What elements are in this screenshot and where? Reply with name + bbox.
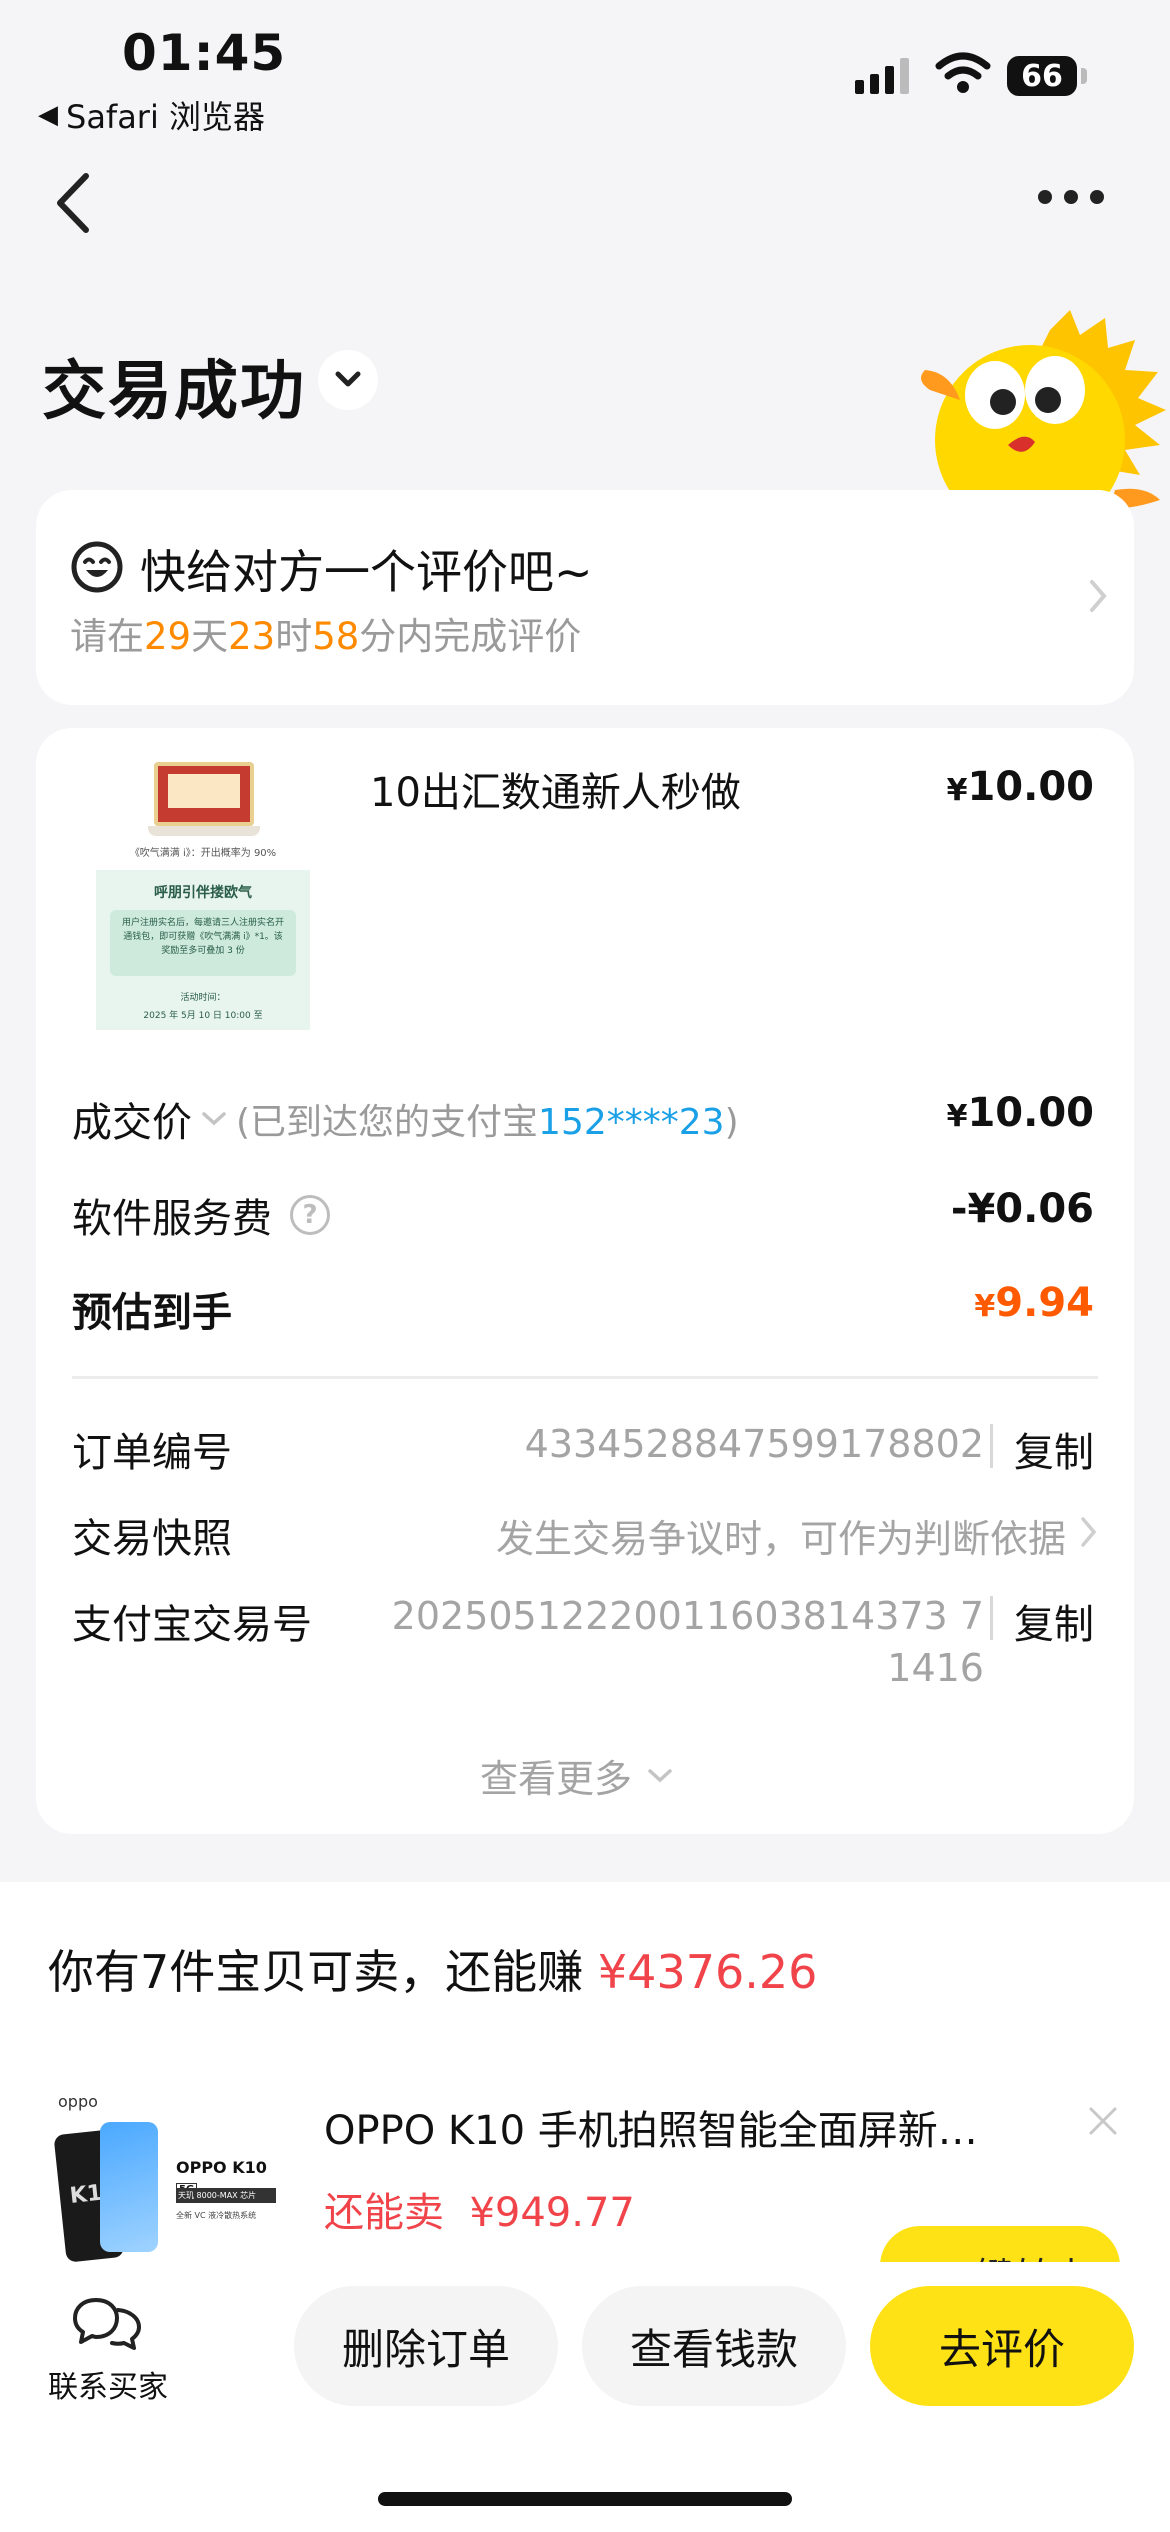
alipay-account: 152****23: [538, 1102, 725, 1143]
chevron-down-icon: [648, 1768, 672, 1782]
snapshot-label: 交易快照: [72, 1516, 232, 1562]
view-money-button[interactable]: 查看钱款: [582, 2286, 846, 2406]
thumb-card-time: 2025 年 5月 10 日 10:00 至: [143, 1011, 263, 1021]
resell-amount: ¥4376.26: [597, 1945, 818, 1999]
copy-order-no-button[interactable]: 复制: [1014, 1420, 1094, 1478]
back-arrow-icon[interactable]: [50, 168, 100, 238]
thumb-frame: [154, 762, 254, 826]
battery-tip: [1081, 68, 1087, 84]
help-icon[interactable]: ?: [290, 1195, 330, 1235]
alipay-no-label: 支付宝交易号: [72, 1602, 312, 1648]
back-triangle-icon: ◀: [38, 100, 58, 130]
brand-logo: oppo: [58, 2092, 98, 2111]
page-title: 交易成功: [42, 355, 306, 429]
review-deadline: 请在29天23时58分内完成评价: [70, 615, 582, 658]
review-title: 快给对方一个评价吧~: [140, 545, 593, 599]
recommend-product-title[interactable]: OPPO K10 手机拍照智能全面屏新…: [324, 2098, 1024, 2156]
status-time: 01:45: [122, 24, 287, 82]
countdown-minutes: 58: [312, 615, 360, 658]
thumb-card-text: 用户注册实名后，每邀请三人注册实名开通钱包，即可获赠《吹气满满 i》*1。该奖励…: [110, 910, 296, 976]
delete-order-button[interactable]: 删除订单: [294, 2286, 558, 2406]
copy-alipay-no-button[interactable]: 复制: [1014, 1592, 1094, 1650]
countdown-days: 29: [144, 615, 192, 658]
service-fee-value: -¥0.06: [950, 1186, 1094, 1232]
title-expand-button[interactable]: [318, 350, 378, 410]
close-icon[interactable]: [1086, 2104, 1120, 2138]
see-more-label: 查看更多: [480, 1757, 633, 1801]
alipay-no-line1: 20250512220011603814373 7: [391, 1594, 984, 1638]
snapshot-link[interactable]: 发生交易争议时，可作为判断依据: [496, 1508, 1066, 1563]
back-to-app[interactable]: ◀ Safari 浏览器: [38, 92, 265, 138]
copy-separator: [990, 1424, 993, 1468]
cellular-signal-icon: [855, 58, 909, 94]
deal-price-label: 成交价: [72, 1100, 192, 1146]
chat-bubble-icon: [73, 2298, 141, 2350]
resell-summary: 你有7件宝贝可卖，还能赚 ¥4376.26: [48, 1945, 818, 1999]
chevron-right-icon: [1090, 580, 1107, 612]
recommend-price: 还能卖 ¥949.77: [324, 2190, 635, 2236]
wifi-icon: [935, 52, 991, 93]
back-app-label: Safari 浏览器: [66, 98, 266, 136]
deal-price-value: ¥10.00: [946, 1090, 1094, 1136]
estimated-value: ¥9.94: [974, 1280, 1094, 1326]
deal-price-row[interactable]: 成交价 (已到达您的支付宝152****23): [72, 1090, 739, 1148]
product-name[interactable]: 10出汇数通新人秒做: [370, 760, 741, 818]
contact-buyer-label: 联系买家: [48, 2370, 168, 2405]
more-options-icon[interactable]: [1038, 190, 1104, 204]
recommend-product-image[interactable]: oppo K10 OPPO K10 5G 天玑 8000-MAX 芯片 全新 V…: [52, 2092, 282, 2282]
home-indicator: [378, 2492, 792, 2506]
chevron-right-icon: [1081, 1517, 1097, 1547]
see-more-button[interactable]: 查看更多: [480, 1748, 674, 1803]
contact-buyer-button[interactable]: 联系买家: [46, 2296, 170, 2406]
alipay-no-line2: 1416: [887, 1646, 984, 1690]
chevron-down-icon: [335, 371, 361, 387]
copy-separator: [990, 1596, 993, 1640]
product-thumbnail[interactable]: 《吹气满满 i》：开出概率为 90% 呼朋引伴搂欧气 用户注册实名后，每邀请三人…: [96, 760, 310, 1030]
deal-price-note: (已到达您的支付宝152****23): [236, 1102, 739, 1143]
smile-face-icon: [71, 541, 123, 593]
thumb-caption: 《吹气满满 i》：开出概率为 90%: [129, 848, 277, 859]
battery-icon: 66: [1007, 56, 1077, 96]
service-fee-row: 软件服务费 ?: [72, 1186, 330, 1244]
write-review-button[interactable]: 去评价: [870, 2286, 1134, 2406]
product-price: ¥10.00: [946, 764, 1094, 810]
service-fee-label: 软件服务费: [72, 1196, 272, 1242]
divider: [72, 1376, 1098, 1379]
chevron-down-icon: [202, 1112, 226, 1126]
order-no-label: 订单编号: [72, 1430, 232, 1476]
thumb-card-time-label: 活动时间：: [180, 993, 226, 1003]
mascot-illustration: [921, 310, 1166, 510]
thumb-card-title: 呼朋引伴搂欧气: [154, 885, 252, 901]
estimated-label: 预估到手: [72, 1290, 232, 1336]
order-no-value: 4334528847599178802: [524, 1422, 984, 1466]
thumb-card: 呼朋引伴搂欧气 用户注册实名后，每邀请三人注册实名开通钱包，即可获赠《吹气满满 …: [96, 870, 310, 1030]
countdown-hours: 23: [228, 615, 276, 658]
